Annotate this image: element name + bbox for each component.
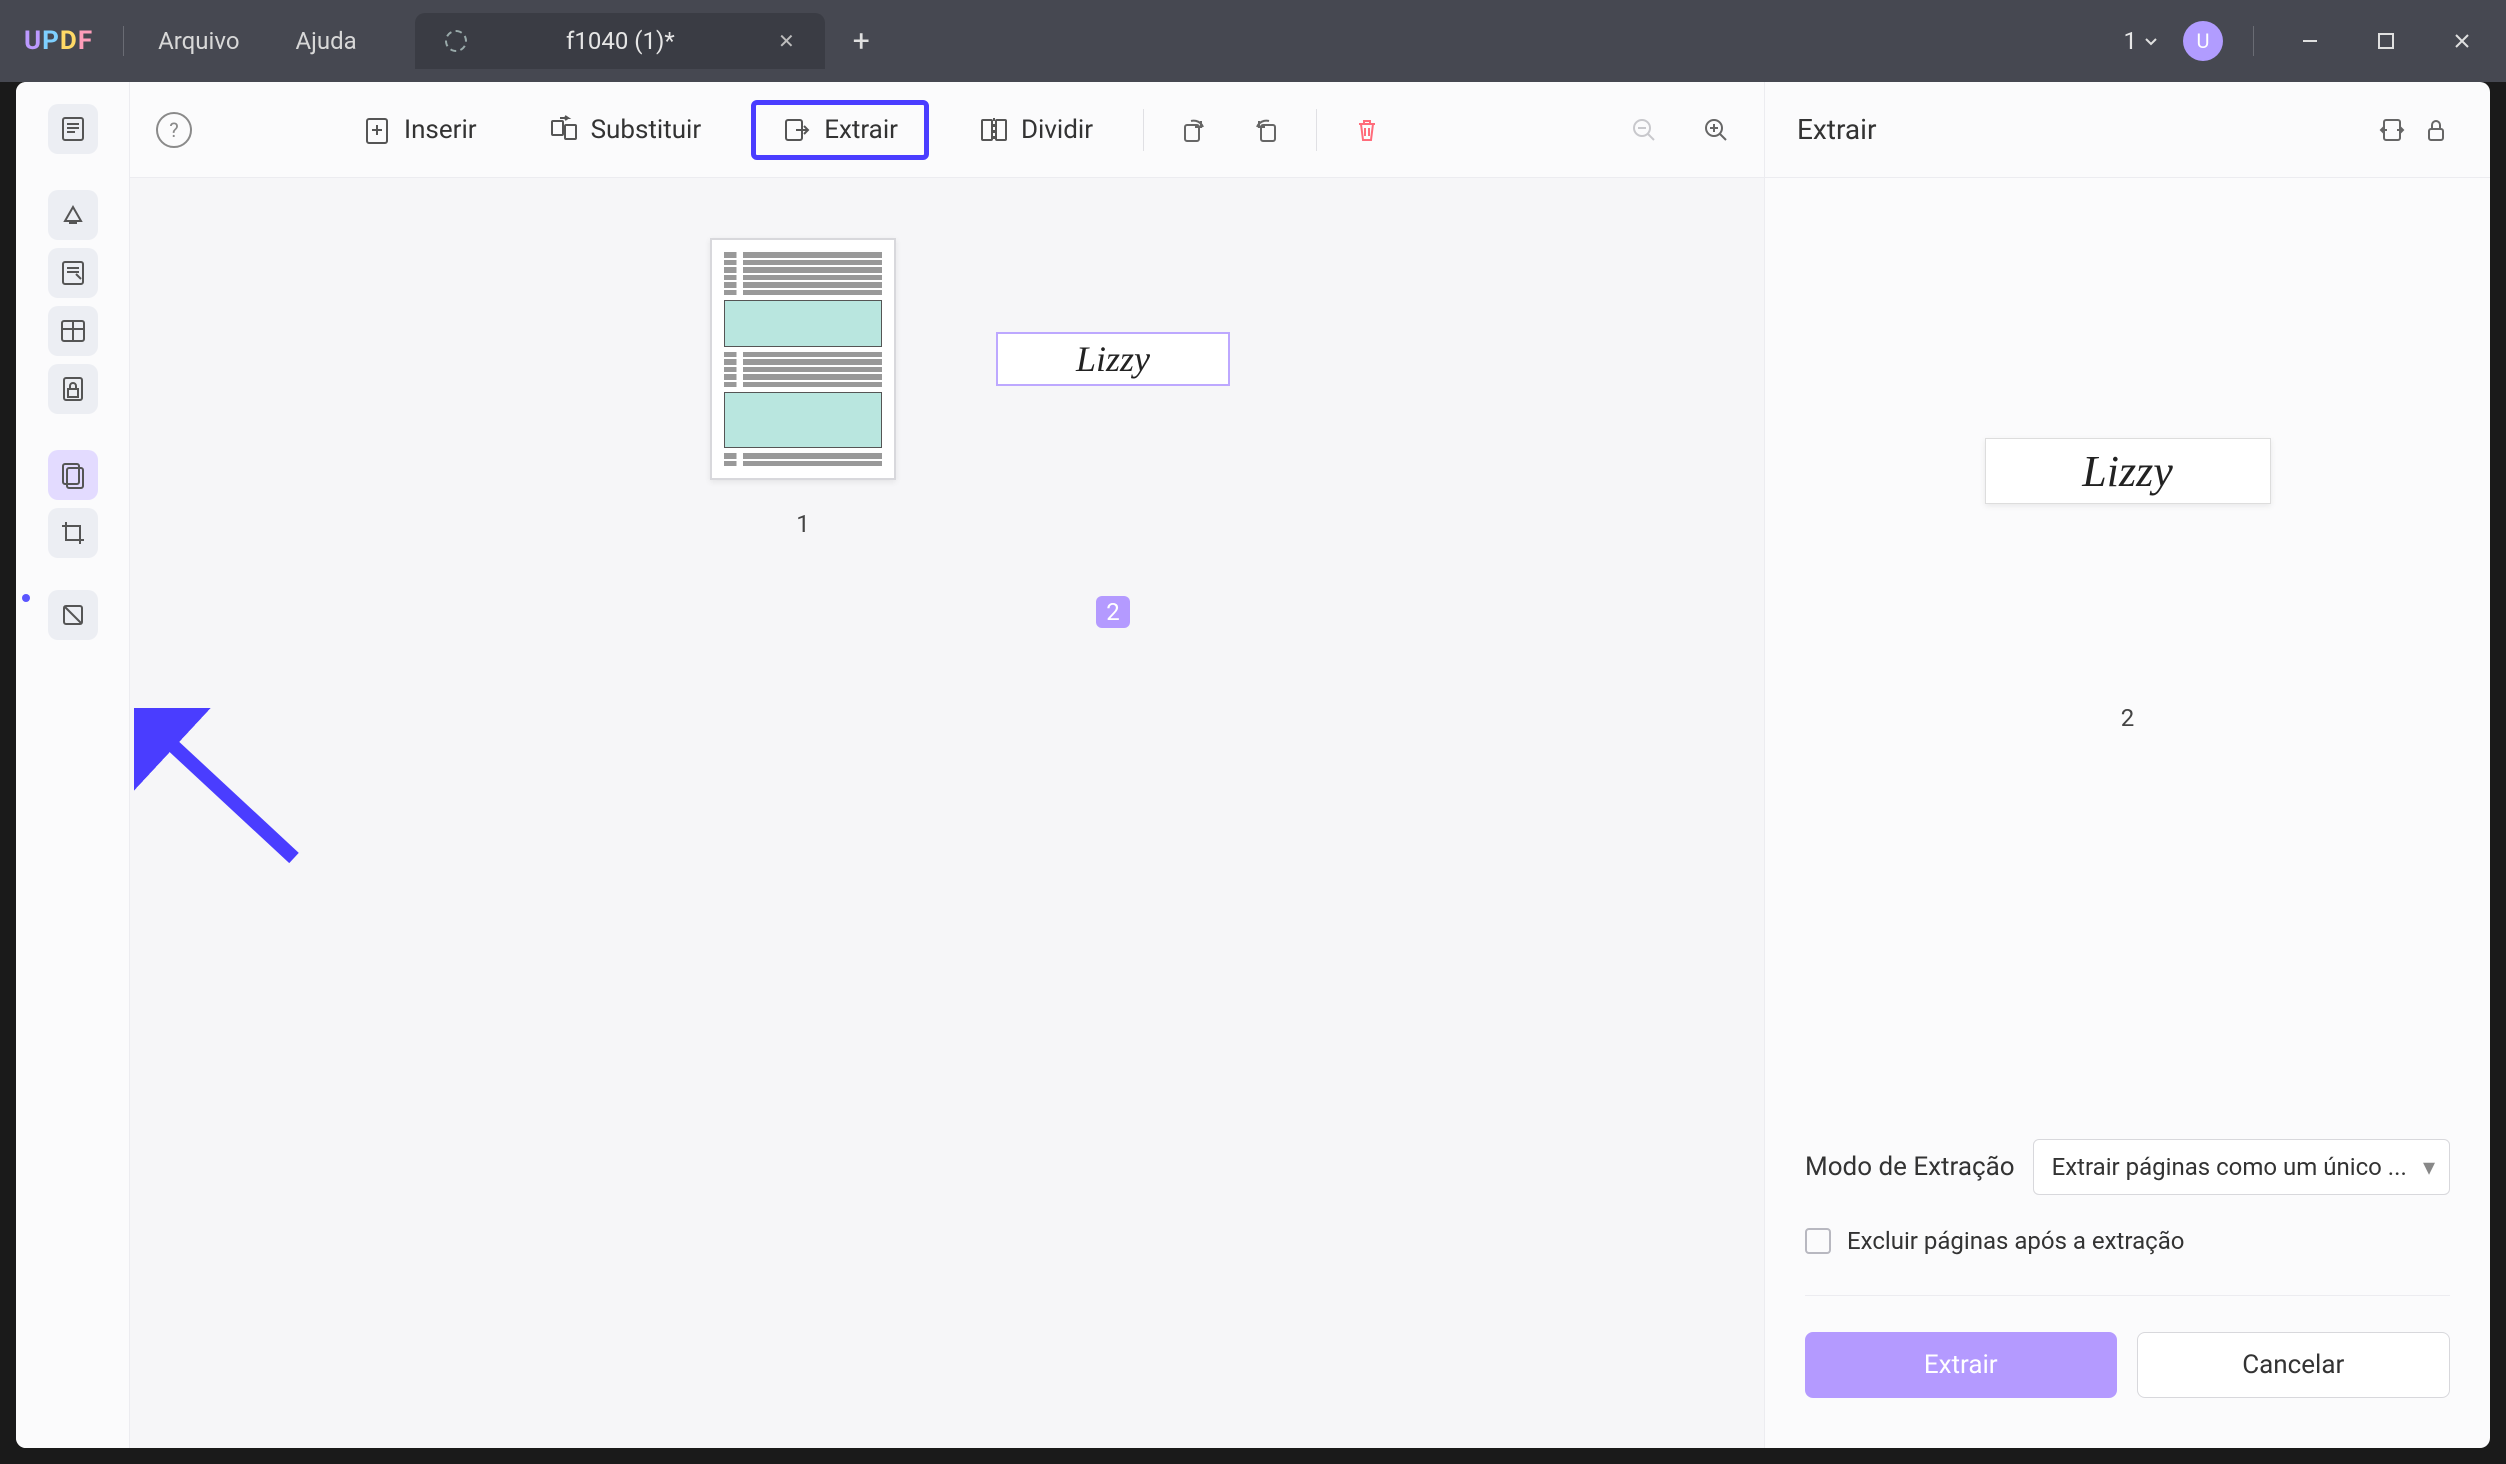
panel-body: Lizzy 2 xyxy=(1765,178,2490,1139)
extraction-mode-label: Modo de Extração xyxy=(1805,1152,2015,1182)
document-tab[interactable]: f1040 (1)* ✕ xyxy=(415,13,825,69)
split-label: Dividir xyxy=(1021,115,1093,145)
replace-label: Substituir xyxy=(591,115,702,145)
separator xyxy=(1316,109,1317,151)
app-logo: UPDF xyxy=(0,26,117,56)
left-sidebar xyxy=(16,82,130,1448)
delete-button[interactable] xyxy=(1345,108,1389,152)
split-icon xyxy=(979,115,1009,145)
page-thumbnail-2[interactable]: Lizzy xyxy=(996,332,1230,386)
cancel-button[interactable]: Cancelar xyxy=(2137,1332,2451,1398)
separator xyxy=(1805,1295,2450,1296)
active-indicator-dot xyxy=(22,594,30,602)
tab-file-icon xyxy=(445,30,467,52)
insert-button[interactable]: Inserir xyxy=(340,103,499,157)
menu-help[interactable]: Ajuda xyxy=(268,27,385,55)
zoom-in-button[interactable] xyxy=(1694,108,1738,152)
extract-preview-page[interactable]: Lizzy xyxy=(1985,438,2271,504)
page-thumbnails-area: 1 Lizzy 2 xyxy=(130,178,1764,1448)
panel-footer: Modo de Extração Extrair páginas como um… xyxy=(1765,1139,2490,1448)
panel-title: Extrair xyxy=(1797,113,2370,146)
new-tab-button[interactable]: + xyxy=(825,24,898,59)
lock-button[interactable] xyxy=(2414,108,2458,152)
extraction-mode-select[interactable]: Extrair páginas como um único ... xyxy=(2033,1139,2450,1195)
page-number-2: 2 xyxy=(1096,596,1130,628)
tab-title: f1040 (1)* xyxy=(485,27,756,55)
help-button[interactable]: ? xyxy=(156,112,192,148)
insert-label: Inserir xyxy=(404,115,477,145)
minimize-button[interactable] xyxy=(2284,21,2336,61)
sidebar-organize-pages-icon[interactable] xyxy=(48,450,98,500)
page-range-button[interactable] xyxy=(2370,108,2414,152)
menu-file[interactable]: Arquivo xyxy=(130,27,267,55)
tab-count-dropdown[interactable]: 1 xyxy=(2124,27,2160,55)
form-preview xyxy=(718,246,888,472)
extract-confirm-button[interactable]: Extrair xyxy=(1805,1332,2117,1398)
sidebar-edit-icon[interactable] xyxy=(48,248,98,298)
sidebar-comment-icon[interactable] xyxy=(48,190,98,240)
insert-icon xyxy=(362,115,392,145)
sidebar-crop-icon[interactable] xyxy=(48,508,98,558)
sidebar-redact-icon[interactable] xyxy=(48,590,98,640)
separator xyxy=(2253,26,2254,56)
panel-header: Extrair xyxy=(1765,82,2490,178)
sidebar-reader-icon[interactable] xyxy=(48,104,98,154)
maximize-button[interactable] xyxy=(2360,21,2412,61)
main-area: ? Inserir Substituir Extrair Dividir xyxy=(130,82,1764,1448)
rotate-right-button[interactable] xyxy=(1244,108,1288,152)
thumbnail-column-2: Lizzy 2 xyxy=(996,238,1230,628)
app-frame: ? Inserir Substituir Extrair Dividir xyxy=(16,82,2490,1448)
extract-panel: Extrair Lizzy 2 Modo de Extração Extrair… xyxy=(1764,82,2490,1448)
tab-count-value: 1 xyxy=(2124,27,2138,55)
replace-button[interactable]: Substituir xyxy=(527,103,724,157)
sidebar-protect-icon[interactable] xyxy=(48,364,98,414)
delete-after-label[interactable]: Excluir páginas após a extração xyxy=(1847,1227,2184,1255)
split-button[interactable]: Dividir xyxy=(957,103,1115,157)
page-number-1: 1 xyxy=(796,510,810,538)
zoom-out-button[interactable] xyxy=(1622,108,1666,152)
extract-button[interactable]: Extrair xyxy=(751,100,929,160)
sidebar-form-icon[interactable] xyxy=(48,306,98,356)
rotate-left-button[interactable] xyxy=(1172,108,1216,152)
close-tab-icon[interactable]: ✕ xyxy=(774,29,799,53)
page-thumbnail-1[interactable] xyxy=(710,238,896,480)
titlebar: UPDF Arquivo Ajuda f1040 (1)* ✕ + 1 U xyxy=(0,0,2506,82)
chevron-down-icon xyxy=(2143,33,2159,49)
separator xyxy=(123,26,124,56)
user-avatar[interactable]: U xyxy=(2183,21,2223,61)
close-window-button[interactable] xyxy=(2436,21,2488,61)
extract-icon xyxy=(782,115,812,145)
thumbnail-column-1: 1 xyxy=(710,238,896,538)
separator xyxy=(1143,109,1144,151)
delete-after-checkbox[interactable] xyxy=(1805,1228,1831,1254)
page-toolbar: ? Inserir Substituir Extrair Dividir xyxy=(130,82,1764,178)
extract-preview-number: 2 xyxy=(2121,704,2135,732)
annotation-arrow xyxy=(134,708,314,868)
extract-label: Extrair xyxy=(824,115,898,145)
replace-icon xyxy=(549,115,579,145)
